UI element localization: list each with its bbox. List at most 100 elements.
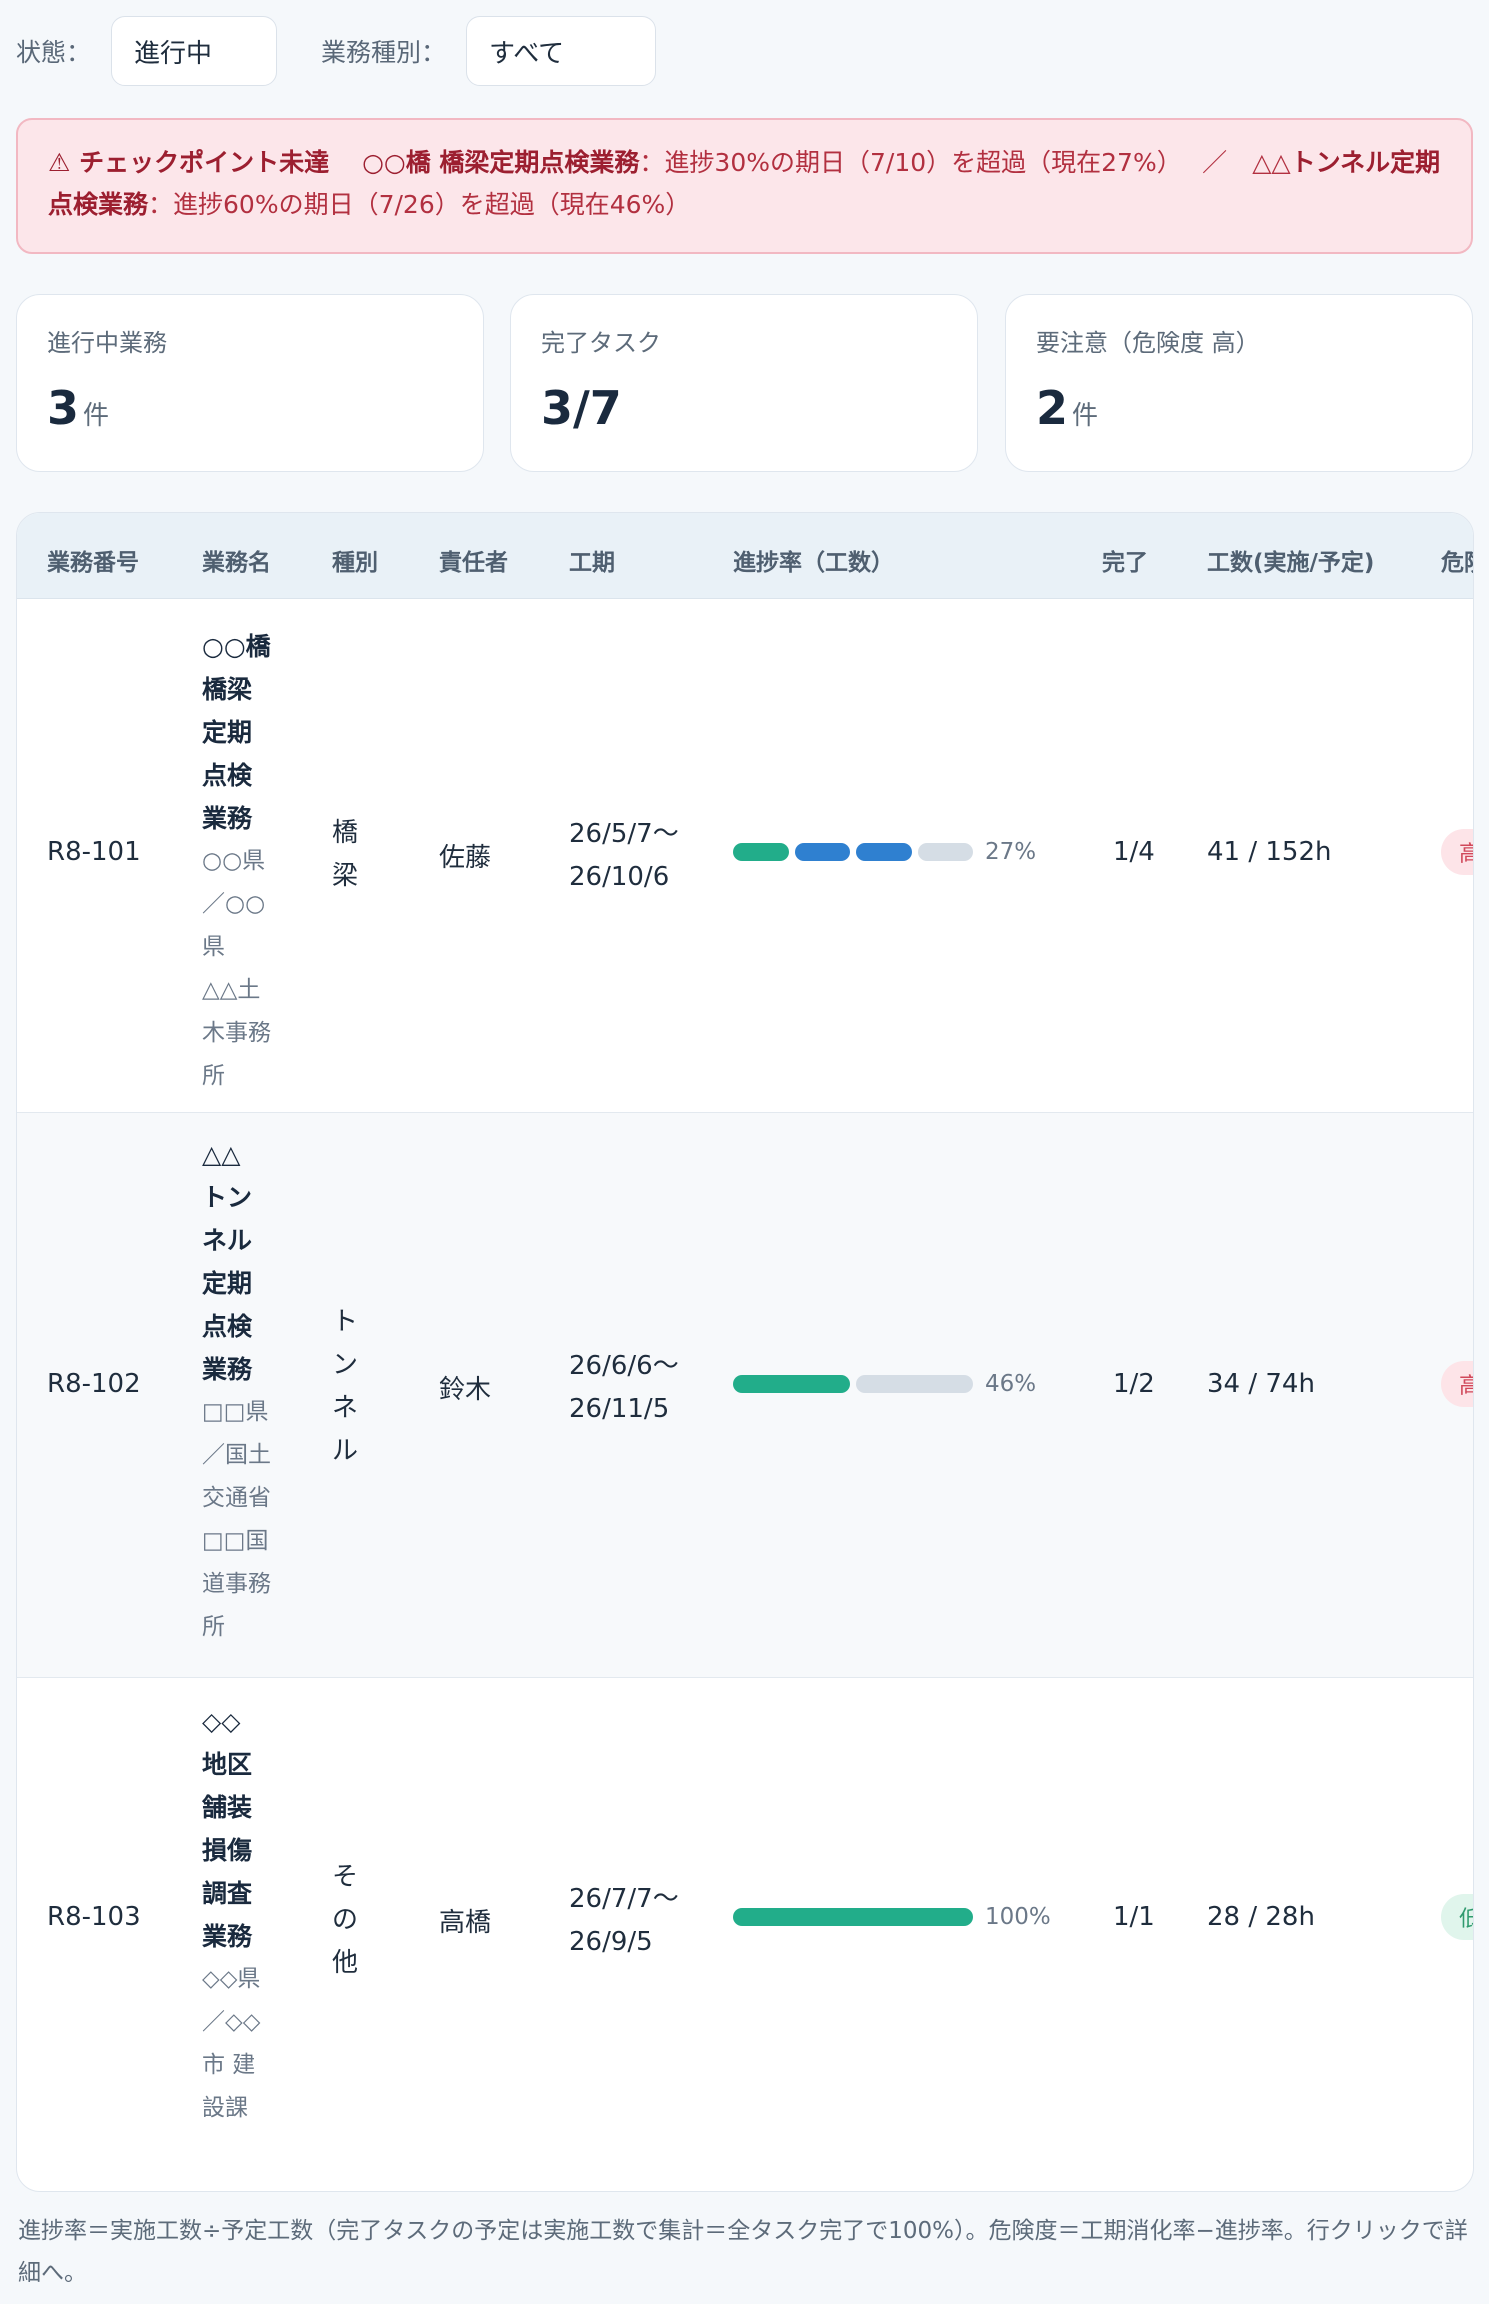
row-name-line: 業務 <box>202 804 253 833</box>
row-done: 1/4 <box>1113 837 1155 867</box>
row-client-line: ／◇◇ <box>202 2009 261 2035</box>
stat-value: 3/7 <box>541 382 977 442</box>
header-risk: 危険 <box>1441 550 1473 576</box>
progress-percent: 100% <box>985 1904 1051 1930</box>
row-client-line: 所 <box>202 1614 225 1640</box>
row-period: 26/6/6〜 26/11/5 <box>569 1345 679 1431</box>
project-dashboard: 状態： 進行中 業務種別： すべて ⚠ チェックポイント未達 ○○橋 橋梁定期点… <box>0 0 1489 2304</box>
row-client-line: □□国 <box>202 1528 269 1554</box>
row-hours: 34 / 74h <box>1207 1369 1315 1399</box>
type-filter-select[interactable]: すべて <box>466 16 657 86</box>
row-type-char: 橋 <box>332 818 359 848</box>
risk-badge: 高 <box>1441 829 1473 875</box>
stat-card-tasks: 完了タスク 3/7 <box>510 294 978 472</box>
stat-value: 2件 <box>1036 382 1472 442</box>
header-done: 完了 <box>1102 550 1148 576</box>
row-hours: 28 / 28h <box>1207 1902 1315 1932</box>
progress-segment <box>856 843 912 861</box>
row-done: 1/2 <box>1113 1369 1155 1399</box>
table-row[interactable]: R8-101 ○○橋 橋梁 定期 点検 業務 ○○県 ／○○ 県 △△土 木事務所橋梁佐藤 26/5/… <box>17 599 1473 1113</box>
progress-segment <box>794 843 850 861</box>
row-client-line: 市 建 <box>202 2052 256 2078</box>
table-row[interactable]: R8-102 △△ トン ネル 定期 点検 業務 □□県 ／国土 交通省 □□国 道事務所トンネル鈴木… <box>17 1113 1473 1678</box>
row-name-line: ◇◇ <box>202 1707 241 1736</box>
alert-item1-text: ：進捗30%の期日（7/10）を超過（現在27%） <box>639 148 1170 177</box>
progress-bar <box>733 1908 973 1928</box>
row-client-line: 設課 <box>202 2095 248 2121</box>
risk-badge: 低 <box>1441 1894 1473 1940</box>
row-client-line: ○○県 <box>202 848 266 874</box>
row-type-char: そ <box>332 1861 359 1892</box>
checkpoint-alert: ⚠ チェックポイント未達 ○○橋 橋梁定期点検業務：進捗30%の期日（7/10）… <box>16 118 1473 254</box>
period-start: 26/7/7〜 <box>569 1884 679 1914</box>
stat-label: 要注意（危険度 高） <box>1036 329 1260 357</box>
row-client-line: ／国土 <box>202 1442 271 1468</box>
row-client-line: □□県 <box>202 1399 269 1425</box>
row-manager: 高橋 <box>439 1908 492 1938</box>
progress-percent: 27% <box>985 839 1037 865</box>
table-row[interactable]: R8-103 ◇◇ 地区 舗装 損傷 調査 業務 ◇◇県 ／◇◇ 市 建設課 その他 高橋 26/7/7… <box>17 1678 1473 2191</box>
row-type-char: ネ <box>332 1393 359 1423</box>
stat-number: 2 <box>1036 381 1069 435</box>
risk-badge: 高 <box>1441 1361 1473 1407</box>
project-table: 業務番号 業務名 種別 責任者 工期 進捗率（工数） 完了 工数(実施/予定) … <box>16 512 1474 2192</box>
type-filter-label: 業務種別： <box>321 38 447 67</box>
header-name: 業務名 <box>202 550 271 576</box>
header-progress: 進捗率（工数） <box>733 550 894 576</box>
row-client-line: 交通省 <box>202 1485 271 1511</box>
progress-segment <box>917 843 973 861</box>
stat-card-risk: 要注意（危険度 高） 2件 <box>1005 294 1473 472</box>
stat-value: 3件 <box>47 382 483 442</box>
row-name-line: △△ <box>202 1140 241 1169</box>
stat-label: 進行中業務 <box>47 329 167 357</box>
alert-separator: ／ <box>1202 148 1228 177</box>
row-client-line: 県 <box>202 934 225 960</box>
row-client-line: 道事務 <box>202 1571 271 1597</box>
row-type: その他 <box>332 1856 372 1985</box>
alert-item2-text: ：進捗60%の期日（7/26）を超過（現在46%） <box>148 190 691 219</box>
row-name: ◇◇ 地区 舗装 損傷 調査 業務 ◇◇県 ／◇◇ 市 建設課 <box>202 1700 282 2130</box>
header-id: 業務番号 <box>47 550 139 576</box>
progress-bar <box>733 1375 973 1395</box>
row-name-line: 定期 <box>202 718 253 747</box>
header-manager: 責任者 <box>439 550 508 576</box>
progress-percent: 46% <box>985 1371 1037 1397</box>
row-type: トンネル <box>332 1301 372 1473</box>
alert-item2-prefix: △△ <box>1252 148 1291 177</box>
row-name-line: トン <box>202 1183 253 1212</box>
row-id: R8-103 <box>47 1902 141 1932</box>
stat-number: 3/7 <box>541 381 622 435</box>
row-name-line: 点検 <box>202 1312 253 1341</box>
progress-segment <box>856 1375 973 1393</box>
row-manager: 鈴木 <box>439 1375 492 1405</box>
row-done: 1/1 <box>1113 1902 1155 1932</box>
period-end: 26/10/6 <box>569 862 670 892</box>
header-period: 工期 <box>569 550 615 576</box>
header-type: 種別 <box>332 550 378 576</box>
row-type-char: の <box>332 1904 359 1935</box>
status-filter-label: 状態： <box>16 38 92 67</box>
progress-segment <box>733 1908 973 1926</box>
row-period: 26/5/7〜 26/10/6 <box>569 813 679 899</box>
row-type-char: 他 <box>332 1947 359 1978</box>
row-name-line: 業務 <box>202 1355 253 1384</box>
row-hours: 41 / 152h <box>1207 837 1332 867</box>
row-type-char: ン <box>332 1350 359 1380</box>
row-name-line: 橋梁 <box>202 675 253 704</box>
progress-segment <box>733 1375 850 1393</box>
table-header: 業務番号 業務名 種別 責任者 工期 進捗率（工数） 完了 工数(実施/予定) … <box>17 513 1473 599</box>
period-start: 26/5/7〜 <box>569 819 679 849</box>
filter-bar: 状態： 進行中 業務種別： すべて <box>16 16 657 86</box>
row-name-line: 損傷 <box>202 1836 253 1865</box>
row-client-line: ◇◇県 <box>202 1966 261 1992</box>
stat-unit: 件 <box>83 401 110 431</box>
status-filter-select[interactable]: 進行中 <box>111 16 278 86</box>
stat-label: 完了タスク <box>541 329 661 357</box>
stat-unit: 件 <box>1072 401 1099 431</box>
row-name-line: 地区 <box>202 1750 253 1779</box>
progress-segment <box>733 843 789 861</box>
row-name-line: 舗装 <box>202 1793 253 1822</box>
stat-number: 3 <box>47 381 80 435</box>
row-name-line: ○○橋 <box>202 632 271 661</box>
row-name: ○○橋 橋梁 定期 点検 業務 ○○県 ／○○ 県 △△土 木事務所 <box>202 625 282 1098</box>
